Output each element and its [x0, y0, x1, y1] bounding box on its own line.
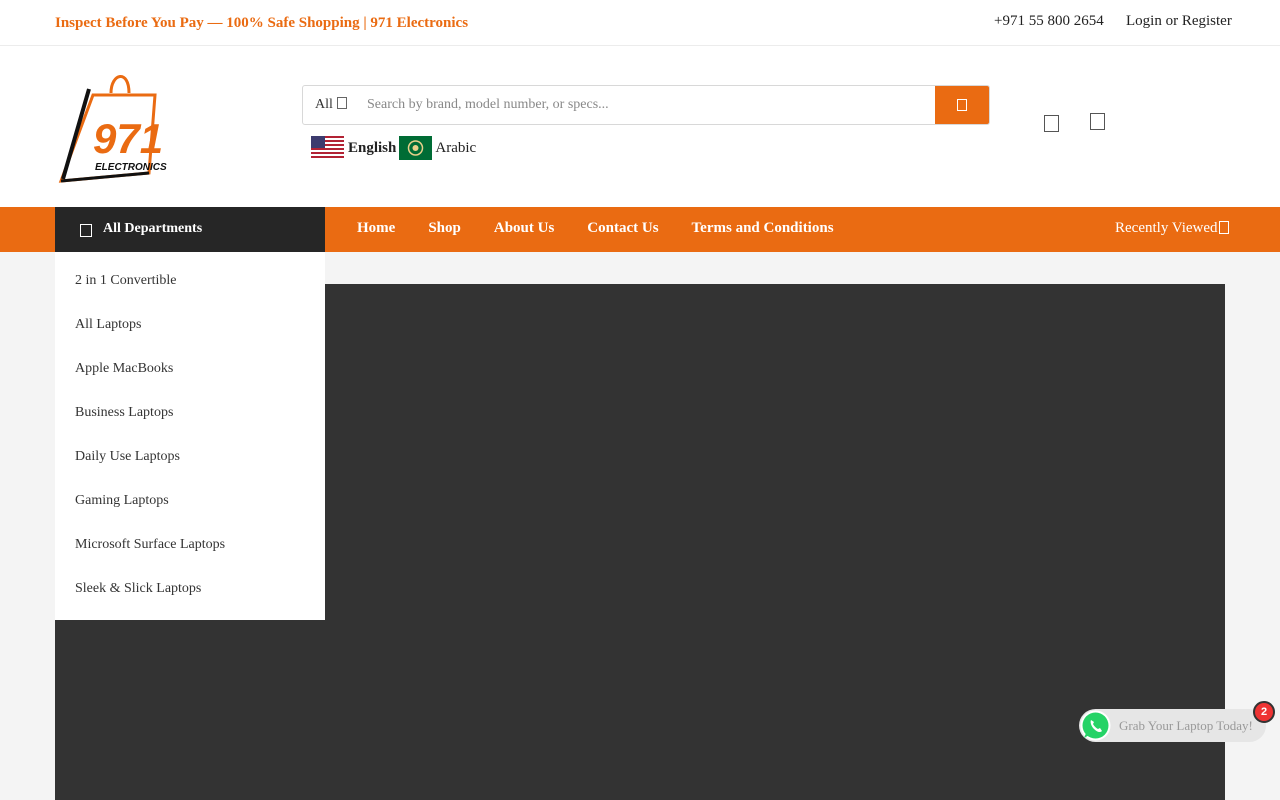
search-bar: All [302, 85, 990, 125]
whatsapp-text: Grab Your Laptop Today! [1119, 718, 1253, 733]
promo-text: Inspect Before You Pay — 100% Safe Shopp… [55, 15, 469, 31]
department-item[interactable]: All Laptops [75, 317, 142, 333]
header: 971 ELECTRONICS All English Arabic [0, 46, 1280, 207]
all-departments-button[interactable]: All Departments [55, 207, 325, 252]
arab-league-flag-icon[interactable] [399, 136, 433, 160]
department-item[interactable]: Business Laptops [75, 405, 173, 421]
language-switcher: English Arabic [311, 135, 476, 161]
nav-links: Home Shop About Us Contact Us Terms and … [357, 220, 867, 237]
language-english[interactable]: English [348, 140, 396, 157]
nav-home[interactable]: Home [357, 220, 395, 237]
login-register-link[interactable]: Login or Register [1126, 13, 1232, 30]
menu-icon [80, 224, 92, 237]
nav-contact-us[interactable]: Contact Us [587, 220, 658, 237]
svg-text:ELECTRONICS: ELECTRONICS [95, 162, 167, 173]
department-item[interactable]: Microsoft Surface Laptops [75, 537, 225, 553]
svg-text:971: 971 [93, 115, 163, 162]
chevron-down-icon [1218, 221, 1229, 234]
site-logo[interactable]: 971 ELECTRONICS [55, 71, 180, 183]
departments-menu: 2 in 1 Convertible All Laptops Apple Mac… [55, 252, 325, 620]
department-item[interactable]: 2 in 1 Convertible [75, 273, 177, 289]
search-icon [957, 99, 967, 111]
nav-terms[interactable]: Terms and Conditions [692, 220, 834, 237]
all-departments-label: All Departments [103, 221, 203, 236]
wishlist-icon[interactable] [1044, 115, 1059, 132]
cart-icon[interactable] [1090, 113, 1105, 130]
search-category-select[interactable]: All [315, 97, 347, 113]
main-nav: All Departments Home Shop About Us Conta… [0, 207, 1280, 252]
department-item[interactable]: Apple MacBooks [75, 361, 173, 377]
department-item[interactable]: Daily Use Laptops [75, 449, 180, 465]
us-flag-icon[interactable] [311, 136, 344, 160]
nav-about-us[interactable]: About Us [494, 220, 554, 237]
department-item[interactable]: Gaming Laptops [75, 493, 169, 509]
department-item[interactable]: Sleek & Slick Laptops [75, 581, 201, 597]
recently-viewed-button[interactable]: Recently Viewed [1115, 220, 1229, 237]
top-bar: Inspect Before You Pay — 100% Safe Shopp… [0, 0, 1280, 46]
notification-badge: 2 [1253, 701, 1275, 723]
search-input[interactable] [367, 87, 927, 123]
search-button[interactable] [935, 86, 989, 124]
language-arabic[interactable]: Arabic [435, 140, 476, 157]
whatsapp-icon [1080, 710, 1111, 741]
chevron-down-icon [336, 97, 347, 109]
phone-link[interactable]: +971 55 800 2654 [994, 13, 1104, 30]
whatsapp-chat-button[interactable]: Grab Your Laptop Today! 2 [1079, 701, 1275, 742]
nav-shop[interactable]: Shop [428, 220, 461, 237]
